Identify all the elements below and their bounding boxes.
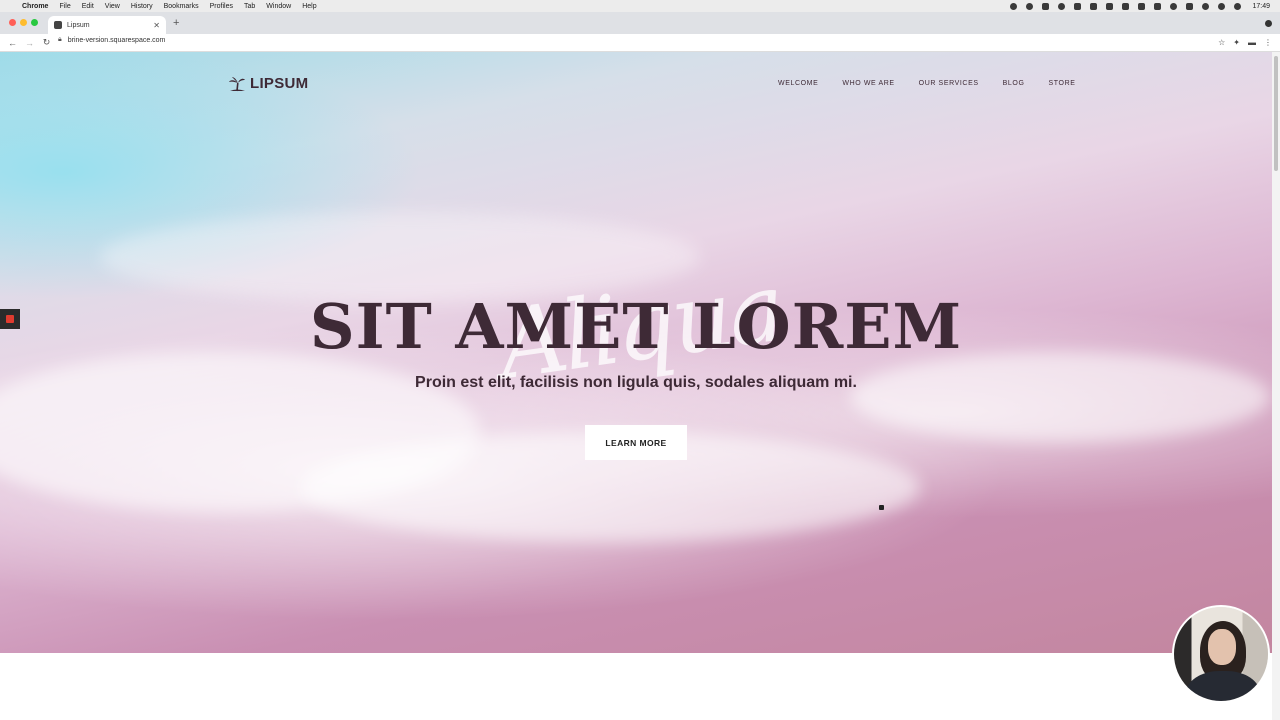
nav-welcome[interactable]: WELCOME [778, 80, 818, 87]
reload-icon[interactable]: ↻ [42, 37, 51, 48]
window-status-icon[interactable] [1042, 2, 1050, 10]
site-logo[interactable]: LIPSUM [228, 75, 308, 92]
menu-app-name[interactable]: Chrome [22, 3, 48, 10]
palm-tree-icon [229, 76, 245, 91]
record-status-icon[interactable] [1010, 2, 1018, 10]
menu-clock[interactable]: 17:49 [1252, 3, 1270, 10]
bluetooth-icon[interactable] [1122, 2, 1130, 10]
keyboard-icon[interactable] [1138, 2, 1146, 10]
tab-title: Lipsum [67, 21, 90, 29]
back-icon[interactable]: ← [8, 38, 17, 48]
cloud-icon[interactable] [1058, 2, 1066, 10]
status-tray: 17:49 [1010, 0, 1270, 12]
nav-our-services[interactable]: OUR SERVICES [919, 80, 979, 87]
hero-headline: SIT AMET LOREM [309, 290, 963, 363]
dropbox-icon[interactable] [1074, 2, 1082, 10]
close-window-button[interactable] [9, 19, 16, 26]
webcam-person-face [1208, 629, 1236, 665]
menu-tab[interactable]: Tab [244, 3, 255, 10]
control-center-icon[interactable] [1186, 2, 1194, 10]
menu-history[interactable]: History [131, 3, 153, 10]
app-status-icon[interactable] [1026, 2, 1034, 10]
spotlight-search-icon[interactable] [1218, 2, 1226, 10]
hero-subheadline: Proin est elit, facilisis non ligula qui… [415, 374, 857, 391]
menu-view[interactable]: View [105, 3, 120, 10]
wave-foam [850, 352, 1270, 442]
learn-more-button[interactable]: LEARN MORE [585, 425, 687, 460]
hero-section: LIPSUM WELCOME WHO WE ARE OUR SERVICES B… [0, 52, 1272, 653]
minimize-window-button[interactable] [20, 19, 27, 26]
wifi-icon[interactable] [1170, 2, 1178, 10]
menu-edit[interactable]: Edit [82, 3, 94, 10]
menu-window[interactable]: Window [266, 3, 291, 10]
macos-menu-bar: Chrome File Edit View History Bookmarks … [0, 0, 1280, 12]
page-scrollbar[interactable] [1272, 52, 1280, 720]
browser-tab-strip: Lipsum ✕ + [0, 12, 1280, 34]
zoom-window-button[interactable] [31, 19, 38, 26]
menu-file[interactable]: File [59, 3, 70, 10]
site-navigation: WELCOME WHO WE ARE OUR SERVICES BLOG STO… [778, 80, 1100, 87]
forward-icon[interactable]: → [25, 38, 34, 48]
recording-control-button[interactable] [0, 309, 20, 329]
volume-icon[interactable] [1106, 2, 1114, 10]
new-tab-icon[interactable]: + [173, 17, 179, 29]
siri-icon[interactable] [1234, 2, 1242, 10]
mouse-cursor-icon [879, 505, 884, 510]
close-tab-icon[interactable]: ✕ [153, 21, 160, 30]
user-icon[interactable] [1202, 2, 1210, 10]
site-logo-text: LIPSUM [250, 75, 309, 92]
display-icon[interactable] [1090, 2, 1098, 10]
webcam-person-body [1186, 671, 1260, 701]
nav-blog[interactable]: BLOG [1003, 80, 1025, 87]
battery-icon[interactable] [1154, 2, 1162, 10]
nav-store[interactable]: STORE [1049, 80, 1076, 87]
window-controls [9, 19, 38, 26]
webcam-overlay [1172, 605, 1270, 703]
extensions-icon[interactable]: ✦ [1233, 38, 1240, 47]
stop-record-icon [6, 315, 14, 323]
menu-help[interactable]: Help [302, 3, 316, 10]
tab-search-icon[interactable] [1265, 20, 1272, 27]
lock-icon[interactable]: 🔒︎ [58, 36, 62, 44]
toolbar-actions: ☆ ✦ ▬ ⋮ [1218, 38, 1272, 47]
bookmark-star-icon[interactable]: ☆ [1218, 38, 1225, 47]
favicon-icon [54, 21, 62, 29]
menu-profiles[interactable]: Profiles [210, 3, 233, 10]
extension-icon[interactable]: ▬ [1248, 38, 1256, 47]
nav-who-we-are[interactable]: WHO WE ARE [842, 80, 894, 87]
browser-toolbar: ← → ↻ 🔒︎ brine-version.squarespace.com ☆… [0, 34, 1280, 52]
browser-tab[interactable]: Lipsum ✕ [48, 16, 166, 34]
more-menu-icon[interactable]: ⋮ [1264, 38, 1272, 47]
address-bar[interactable]: 🔒︎ brine-version.squarespace.com [58, 36, 165, 44]
menu-bookmarks[interactable]: Bookmarks [164, 3, 199, 10]
url-text[interactable]: brine-version.squarespace.com [68, 37, 166, 44]
scrollbar-thumb[interactable] [1274, 56, 1278, 171]
